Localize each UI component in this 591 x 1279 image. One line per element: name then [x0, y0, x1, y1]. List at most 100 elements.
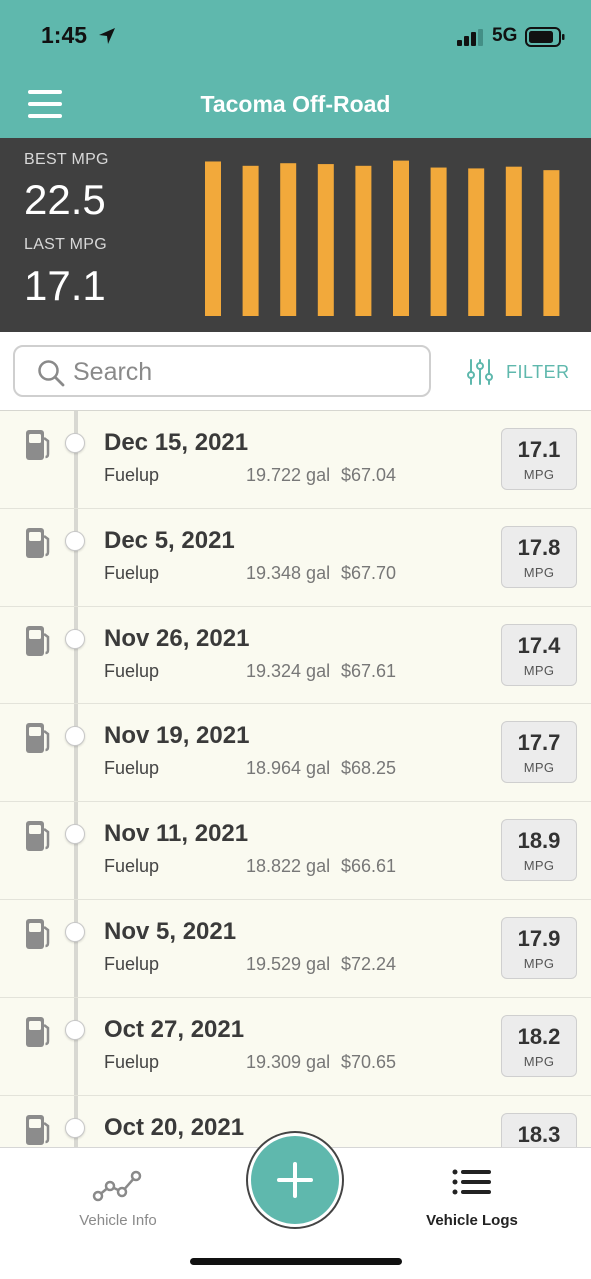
log-gallons: 19.348 gal: [246, 562, 331, 583]
tab-vehicle-info-label: Vehicle Info: [79, 1212, 157, 1229]
mpg-bar-6: [393, 160, 409, 316]
log-row[interactable]: Dec 15, 2021 Fuelup 19.722 gal $67.04 17…: [0, 411, 591, 509]
mpg-badge: 17.8 MPG: [501, 525, 577, 588]
log-cost: $67.04: [341, 465, 397, 485]
fuel-pump-icon: [26, 527, 50, 558]
log-row[interactable]: Nov 26, 2021 Fuelup 19.324 gal $67.61 17…: [0, 607, 591, 705]
filter-button[interactable]: FILTER: [466, 358, 570, 386]
log-gallons: 19.529 gal: [246, 954, 331, 974]
plus-icon: [277, 1162, 313, 1198]
last-mpg-value: 17.1: [24, 262, 106, 309]
mpg-bar-1: [205, 161, 221, 316]
log-date: Nov 19, 2021: [104, 722, 250, 750]
log-cost: $66.61: [341, 856, 397, 877]
vehicle-log-list[interactable]: Dec 15, 2021 Fuelup 19.722 gal $67.04 17…: [0, 410, 591, 1147]
trend-line-icon: [92, 1170, 142, 1202]
list-icon: [452, 1169, 491, 1195]
log-type: Fuelup: [104, 660, 160, 681]
timeline-dot: [65, 628, 85, 649]
best-mpg-label: BEST MPG: [24, 151, 109, 168]
log-gallons: 18.964 gal: [246, 758, 331, 779]
mpg-badge: 18.2 MPG: [501, 1014, 577, 1077]
search-input[interactable]: [73, 356, 413, 388]
mpg-value: 17.7: [517, 730, 561, 756]
search-box[interactable]: [13, 345, 431, 397]
mpg-bar-7: [430, 167, 447, 316]
mpg-unit: MPG: [523, 564, 555, 580]
log-date: Oct 27, 2021: [104, 1015, 245, 1043]
vehicle-title: Tacoma Off-Road: [200, 91, 391, 117]
timeline-dot: [65, 726, 85, 747]
tab-vehicle-logs-label: Vehicle Logs: [426, 1212, 518, 1229]
mpg-badge: 17.4 MPG: [501, 623, 577, 686]
mpg-value: 17.9: [517, 926, 561, 951]
nav-bar: Tacoma Off-Road: [0, 72, 591, 138]
fuel-pump-icon: [26, 430, 50, 460]
log-gallons: 19.309 gal: [246, 1051, 331, 1072]
log-type: Fuelup: [104, 1051, 160, 1072]
tab-vehicle-logs[interactable]: Vehicle Logs: [412, 1148, 532, 1229]
mpg-value: 18.9: [517, 828, 561, 854]
fuel-pump-icon: [26, 1016, 50, 1047]
timeline-dot: [65, 1117, 85, 1138]
log-cost: $72.24: [341, 954, 397, 974]
timeline-dot: [65, 530, 85, 551]
log-cost: $67.70: [341, 562, 397, 583]
timeline-dot: [65, 433, 85, 453]
mpg-badge: 17.1 MPG: [501, 428, 577, 490]
mpg-value: 17.4: [517, 632, 561, 658]
timeline-dot: [65, 1019, 85, 1040]
fuel-pump-icon: [26, 919, 50, 949]
best-mpg-value: 22.5: [24, 176, 106, 223]
mpg-bar-9: [505, 166, 522, 316]
mpg-unit: MPG: [523, 662, 555, 678]
log-cost: $70.65: [341, 1051, 397, 1072]
fuel-pump-icon: [26, 625, 50, 656]
log-row[interactable]: Nov 11, 2021 Fuelup 18.822 gal $66.61 18…: [0, 802, 591, 900]
location-arrow-icon: [99, 28, 115, 44]
log-cost: $68.25: [341, 758, 397, 779]
log-gallons: 19.324 gal: [246, 660, 331, 681]
mpg-value: 18.2: [517, 1023, 561, 1049]
log-type: Fuelup: [104, 856, 160, 877]
timeline-dot: [65, 824, 85, 845]
mpg-bar-chart: [196, 138, 576, 332]
status-bar: 1:45 5G: [0, 0, 591, 72]
mpg-badge: 18.9 MPG: [501, 819, 577, 882]
mpg-bar-2: [242, 165, 259, 316]
last-mpg-label: LAST MPG: [24, 236, 108, 253]
log-row[interactable]: Nov 5, 2021 Fuelup 19.529 gal $72.24 17.…: [0, 900, 591, 998]
mpg-chart-svg: [205, 160, 560, 316]
log-type: Fuelup: [104, 465, 160, 485]
mpg-unit: MPG: [523, 760, 555, 776]
home-indicator: [190, 1258, 402, 1265]
log-type: Fuelup: [104, 758, 160, 779]
log-cost: $67.61: [341, 660, 397, 681]
log-date: Nov 5, 2021: [104, 918, 237, 945]
log-type: Fuelup: [104, 954, 160, 974]
tab-vehicle-info[interactable]: Vehicle Info: [58, 1148, 178, 1229]
log-row[interactable]: Nov 19, 2021 Fuelup 18.964 gal $68.25 17…: [0, 704, 591, 803]
filter-label: FILTER: [506, 361, 570, 382]
log-date: Dec 15, 2021: [104, 429, 249, 456]
search-row: FILTER: [0, 332, 591, 410]
mpg-bar-4: [317, 164, 334, 316]
log-date: Nov 11, 2021: [104, 820, 249, 848]
log-row[interactable]: Dec 5, 2021 Fuelup 19.348 gal $67.70 17.…: [0, 509, 591, 607]
mpg-unit: MPG: [523, 1053, 555, 1069]
add-log-button[interactable]: [248, 1133, 342, 1227]
sliders-icon: [467, 359, 493, 385]
log-gallons: 18.822 gal: [246, 856, 331, 877]
fuel-pump-icon: [26, 821, 50, 852]
timeline-dot: [65, 922, 85, 942]
mpg-bar-10: [543, 170, 560, 316]
mpg-unit: MPG: [523, 467, 555, 482]
network-type: 5G: [492, 25, 518, 46]
mpg-badge: 17.9 MPG: [501, 917, 577, 979]
log-row[interactable]: Oct 27, 2021 Fuelup 19.309 gal $70.65 18…: [0, 998, 591, 1096]
mpg-bar-3: [280, 163, 297, 316]
mpg-value: 18.3: [517, 1121, 561, 1147]
log-date: Dec 5, 2021: [104, 526, 235, 554]
log-date: Nov 26, 2021: [104, 624, 250, 652]
mpg-bar-8: [468, 168, 485, 316]
